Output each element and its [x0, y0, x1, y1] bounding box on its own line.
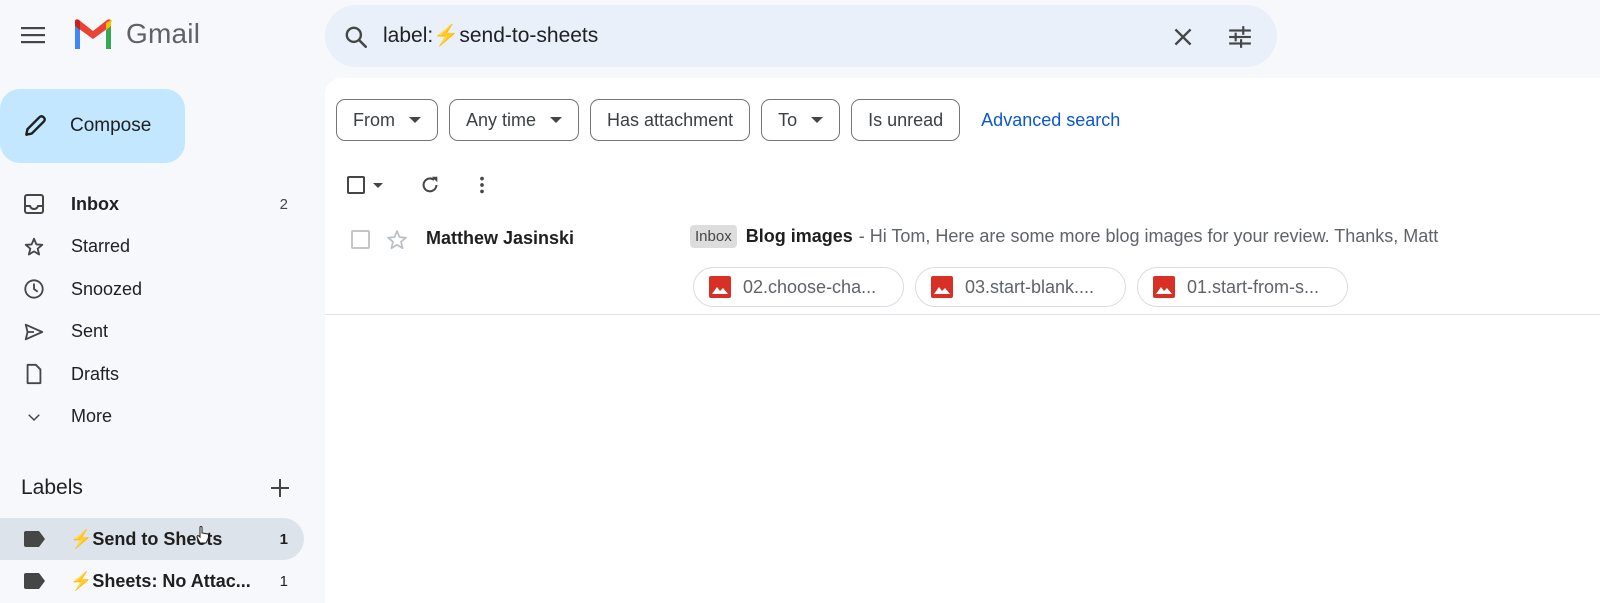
search-icon[interactable]	[343, 24, 369, 50]
caret-down-icon	[550, 117, 563, 123]
sidebar-item-snoozed[interactable]: Snoozed	[0, 268, 304, 311]
sidebar-item-label: Snoozed	[71, 278, 143, 299]
attachment-chip[interactable]: 03.start-blank....	[915, 267, 1126, 307]
email-row[interactable]: Matthew Jasinski Inbox Blog images - Hi …	[325, 217, 1600, 315]
compose-label: Compose	[70, 115, 152, 136]
sidebar-item-inbox[interactable]: Inbox 2	[0, 183, 304, 226]
app-name: Gmail	[126, 18, 201, 49]
image-file-icon	[1153, 276, 1175, 298]
caret-down-icon	[811, 117, 824, 123]
hamburger-menu-icon	[21, 27, 45, 44]
sidebar-item-label: Drafts	[71, 363, 120, 384]
sidebar-item-label: Inbox	[71, 193, 119, 214]
chip-label: Any time	[466, 109, 537, 130]
draft-icon	[22, 362, 46, 386]
chip-label: From	[353, 109, 395, 130]
clock-icon	[22, 277, 46, 301]
chip-label: Is unread	[868, 109, 944, 130]
star-icon	[22, 235, 46, 259]
search-input[interactable]	[383, 19, 1083, 53]
main-menu-button[interactable]	[18, 20, 48, 50]
email-snippet: - Hi Tom, Here are some more blog images…	[858, 226, 1439, 246]
search-bar	[325, 5, 1277, 67]
email-summary: Inbox Blog images - Hi Tom, Here are som…	[690, 225, 1438, 248]
search-filter-chips: From Any time Has attachment To Is unrea…	[336, 99, 1120, 141]
labels-heading: Labels	[21, 476, 83, 499]
close-icon[interactable]	[1170, 24, 1196, 50]
label-item-send-to-sheets[interactable]: ⚡Send to Sheets 1	[0, 518, 304, 560]
send-icon	[22, 320, 46, 344]
main-panel: From Any time Has attachment To Is unrea…	[325, 78, 1600, 603]
pencil-icon	[25, 115, 46, 136]
chip-label: To	[778, 109, 798, 130]
attachment-name: 01.start-from-s...	[1187, 276, 1320, 297]
chip-label: Has attachment	[607, 109, 734, 130]
inbox-icon	[22, 192, 46, 216]
list-toolbar	[347, 170, 493, 200]
unread-count: 2	[279, 195, 288, 213]
attachment-chip[interactable]: 02.choose-cha...	[693, 267, 904, 307]
email-subject: Blog images	[745, 226, 853, 246]
image-file-icon	[931, 276, 953, 298]
sidebar-item-starred[interactable]: Starred	[0, 226, 304, 269]
labels-list: ⚡Send to Sheets 1 ⚡Sheets: No Attac... 1	[0, 518, 304, 602]
advanced-search-link[interactable]: Advanced search	[981, 110, 1120, 131]
filter-chip-is-unread[interactable]: Is unread	[851, 99, 961, 141]
sidebar-item-label: Sent	[71, 321, 109, 342]
chevron-down-icon	[22, 405, 46, 429]
more-vert-icon[interactable]	[471, 174, 493, 196]
sidebar-item-label: More	[71, 406, 113, 427]
sidebar-item-more[interactable]: More	[0, 396, 304, 439]
sidebar-item-label: Starred	[71, 236, 131, 257]
sidebar-item-drafts[interactable]: Drafts	[0, 353, 304, 396]
attachment-chip[interactable]: 01.start-from-s...	[1137, 267, 1348, 307]
gmail-m-icon	[75, 19, 112, 49]
filter-chip-to[interactable]: To	[761, 99, 841, 141]
label-name: ⚡Sheets: No Attac...	[70, 570, 251, 591]
hand-cursor-icon	[196, 526, 209, 544]
filter-chip-from[interactable]: From	[336, 99, 438, 141]
inbox-label-badge[interactable]: Inbox	[690, 225, 737, 248]
attachment-chips: 02.choose-cha... 03.start-blank.... 01.s…	[693, 267, 1359, 307]
filter-chip-has-attachment[interactable]: Has attachment	[590, 99, 751, 141]
gmail-logo[interactable]: Gmail	[72, 18, 200, 50]
sidebar-nav: Inbox 2 Starred Snoozed Sent Drafts More	[0, 183, 304, 438]
filter-chip-any-time[interactable]: Any time	[449, 99, 580, 141]
image-file-icon	[709, 276, 731, 298]
search-options-tune-icon[interactable]	[1227, 24, 1253, 50]
select-dropdown-caret-icon[interactable]	[373, 182, 383, 188]
compose-button[interactable]: Compose	[0, 89, 185, 163]
attachment-name: 02.choose-cha...	[743, 276, 877, 297]
attachment-name: 03.start-blank....	[965, 276, 1095, 297]
row-checkbox[interactable]	[351, 230, 370, 249]
star-icon[interactable]	[385, 228, 409, 252]
email-sender: Matthew Jasinski	[426, 228, 575, 248]
label-item-sheets-no-attachments[interactable]: ⚡Sheets: No Attac... 1	[0, 560, 304, 602]
label-tag-icon	[24, 573, 45, 589]
sidebar-item-sent[interactable]: Sent	[0, 311, 304, 354]
caret-down-icon	[409, 117, 421, 123]
select-all-checkbox[interactable]	[347, 176, 365, 194]
label-tag-icon	[24, 531, 45, 547]
refresh-icon[interactable]	[419, 174, 441, 196]
plus-icon[interactable]	[268, 476, 292, 500]
label-count: 1	[279, 572, 288, 590]
label-count: 1	[279, 530, 288, 548]
